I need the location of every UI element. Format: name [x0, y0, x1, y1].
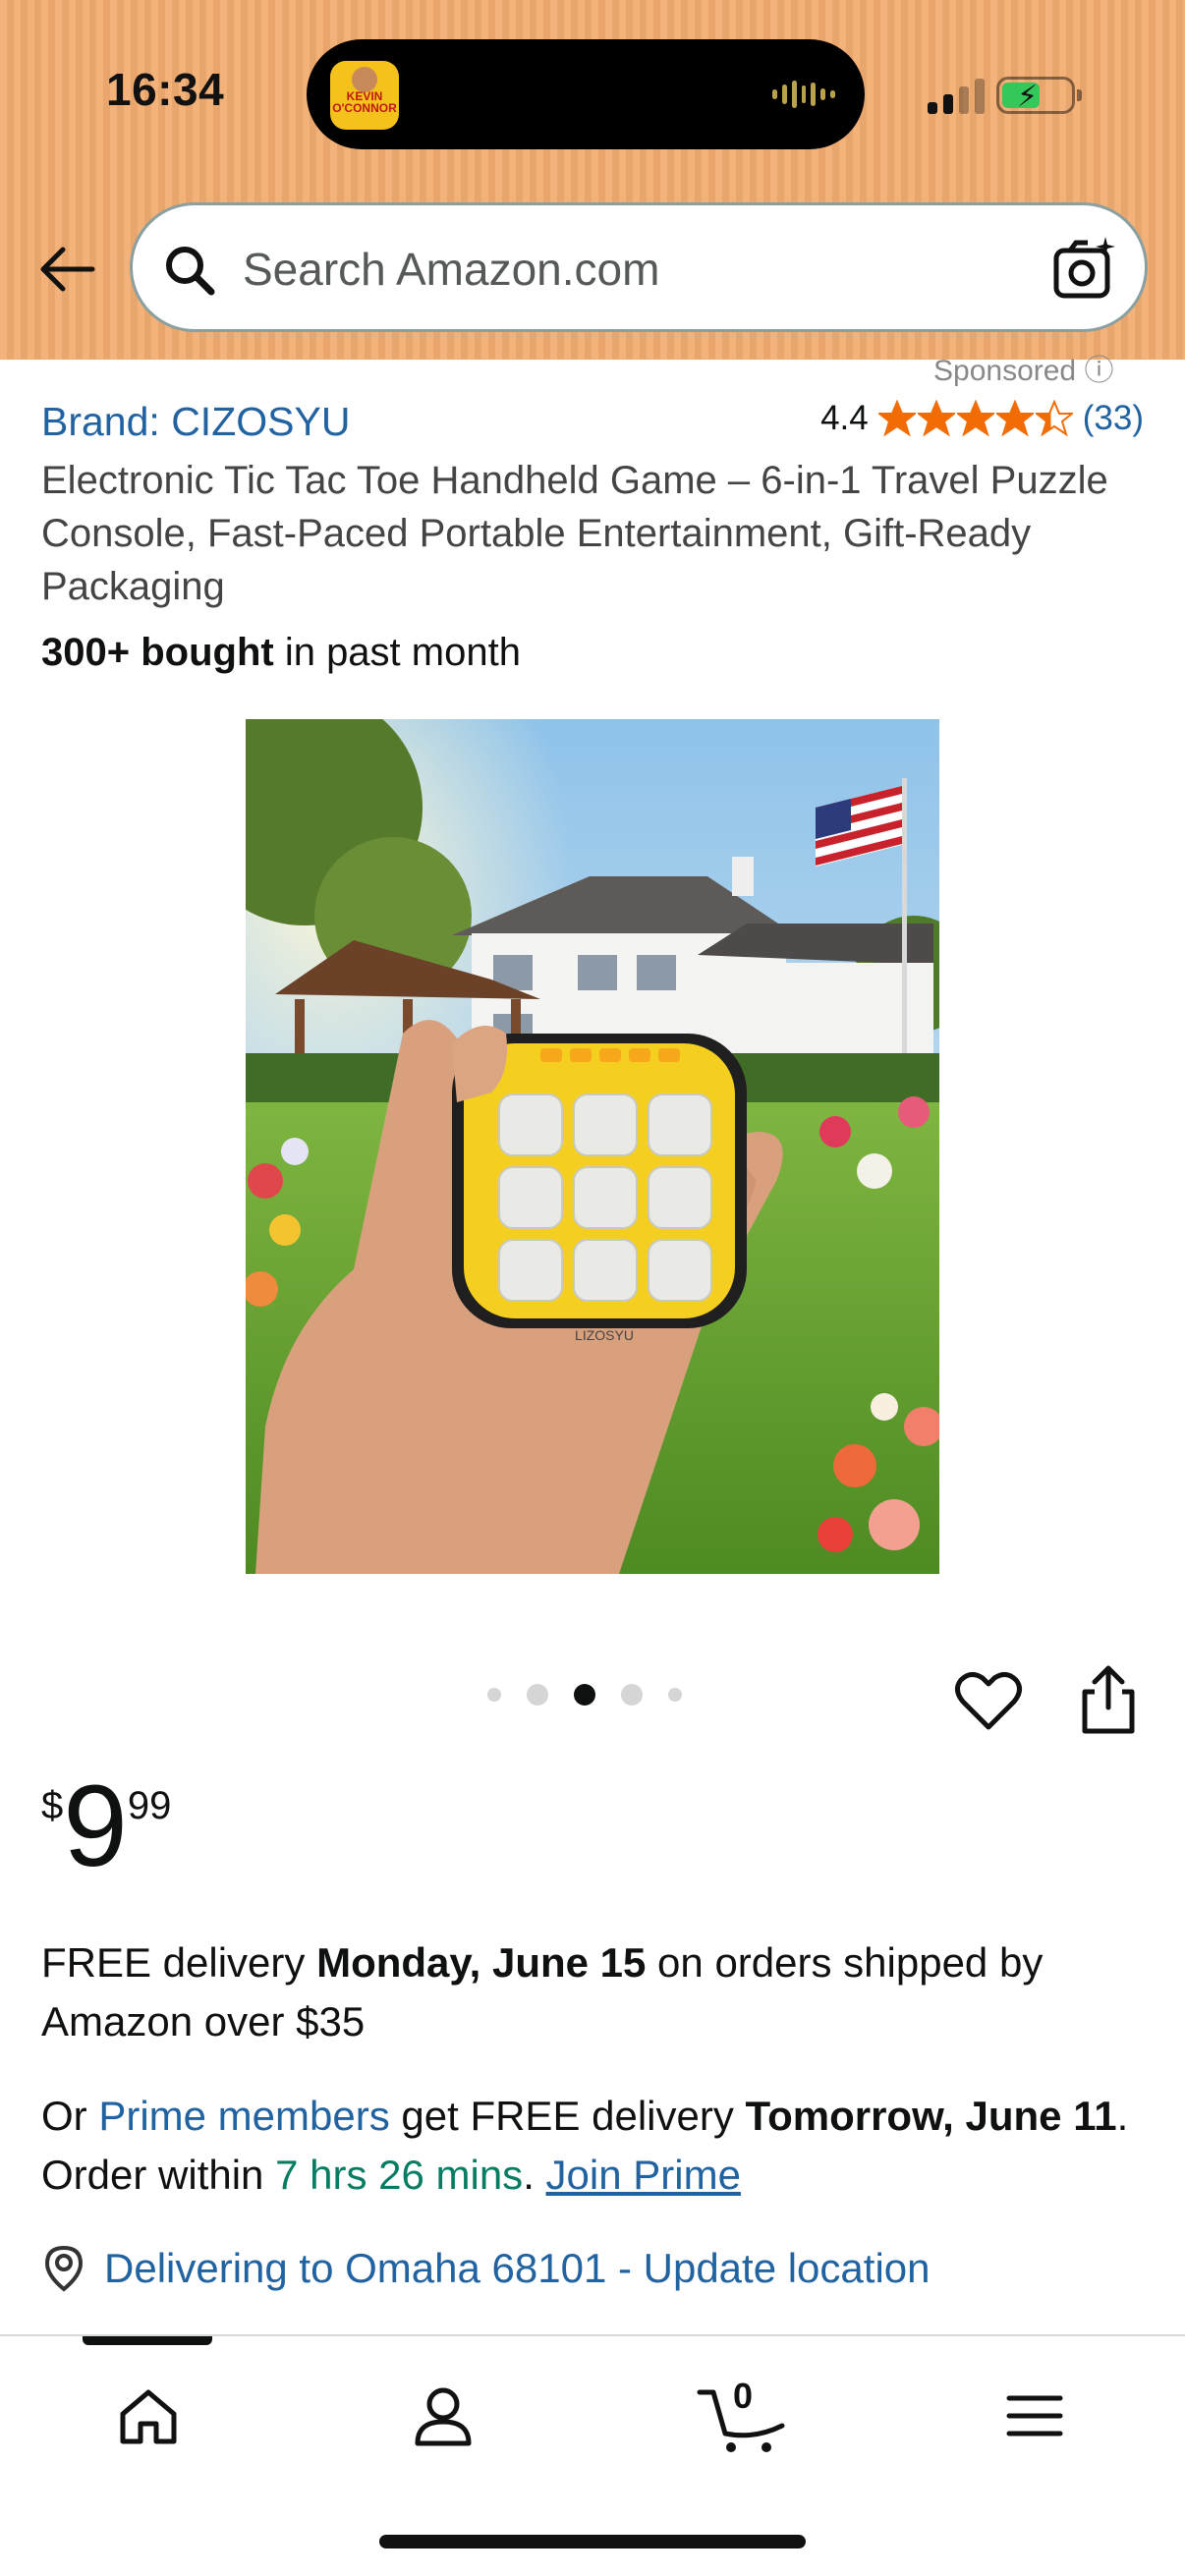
brand-link[interactable]: Brand: CIZOSYU	[41, 399, 350, 445]
menu-icon[interactable]	[1005, 2392, 1064, 2439]
join-prime-link[interactable]: Join Prime	[546, 2152, 741, 2198]
cart-count: 0	[733, 2376, 754, 2416]
star-icon	[956, 400, 994, 437]
delivery-date: Monday, June 15	[316, 1939, 647, 1986]
prime-delivery-date: Tomorrow, June 11	[745, 2093, 1117, 2139]
star-icon	[995, 400, 1034, 437]
search-icon[interactable]	[160, 241, 219, 300]
price: $ 9 99	[41, 1768, 171, 1884]
cellular-signal-icon	[928, 77, 985, 114]
heart-icon[interactable]	[953, 1666, 1024, 1737]
bought-in-past-month: 300+ bought in past month	[41, 631, 521, 674]
carousel-dot[interactable]	[487, 1688, 501, 1702]
rating-block[interactable]: 4.4 (33)	[820, 399, 1144, 438]
star-rating	[877, 400, 1073, 437]
active-tab-indicator	[83, 2336, 212, 2345]
nav-menu[interactable]	[990, 2372, 1079, 2460]
star-icon	[877, 400, 916, 437]
carousel-dot-active[interactable]	[574, 1684, 595, 1706]
audio-wave-icon	[772, 79, 836, 110]
back-arrow-icon[interactable]	[31, 234, 102, 305]
star-icon	[1035, 400, 1073, 437]
status-time: 16:34	[106, 64, 225, 115]
price-currency: $	[41, 1784, 64, 1827]
share-icon[interactable]	[1073, 1662, 1144, 1737]
product-title: Electronic Tic Tac Toe Handheld Game – 6…	[41, 459, 1108, 608]
price-whole: 9	[63, 1762, 128, 1891]
prime-members-link[interactable]: Prime members	[98, 2093, 389, 2139]
nav-account[interactable]	[399, 2372, 487, 2460]
prime-delivery-info: Or Prime members get FREE delivery Tomor…	[41, 2093, 1129, 2198]
delivery-location-link[interactable]: Delivering to Omaha 68101 - Update locat…	[41, 2244, 931, 2293]
nav-cart[interactable]: 0	[694, 2372, 792, 2460]
battery-icon: ⚡	[996, 77, 1082, 114]
camera-search-icon[interactable]	[1050, 235, 1119, 304]
location-text[interactable]: Delivering to Omaha 68101 - Update locat…	[104, 2245, 931, 2292]
product-image[interactable]: LIZOSYU	[246, 719, 939, 1574]
carousel-dot[interactable]	[621, 1684, 643, 1706]
star-icon	[917, 400, 955, 437]
sponsored-label-cutoff: Sponsored ⓘ	[933, 355, 1114, 387]
dynamic-island[interactable]: KEVIN O'CONNOR	[307, 39, 865, 149]
rating-value: 4.4	[820, 399, 869, 437]
carousel-dots[interactable]	[487, 1684, 682, 1706]
search-input[interactable]	[243, 235, 1029, 304]
price-fraction: 99	[127, 1784, 172, 1827]
live-activity-app-icon: KEVIN O'CONNOR	[330, 61, 399, 130]
top-header: 16:34 KEVIN O'CONNOR ⚡	[0, 0, 1185, 360]
home-indicator[interactable]	[379, 2535, 806, 2548]
location-pin-icon	[44, 2245, 84, 2292]
search-bar[interactable]	[130, 202, 1148, 332]
order-countdown: 7 hrs 26 mins	[275, 2152, 524, 2198]
account-icon[interactable]	[412, 2384, 475, 2447]
home-icon[interactable]	[117, 2386, 180, 2445]
carousel-dot[interactable]	[668, 1688, 682, 1702]
review-count-link[interactable]: (33)	[1083, 399, 1144, 438]
carousel-dot[interactable]	[527, 1684, 548, 1706]
nav-home[interactable]	[104, 2372, 193, 2460]
svg-text:LIZOSYU: LIZOSYU	[575, 1327, 634, 1343]
delivery-info: FREE delivery Monday, June 15 on orders …	[41, 1939, 1044, 2044]
